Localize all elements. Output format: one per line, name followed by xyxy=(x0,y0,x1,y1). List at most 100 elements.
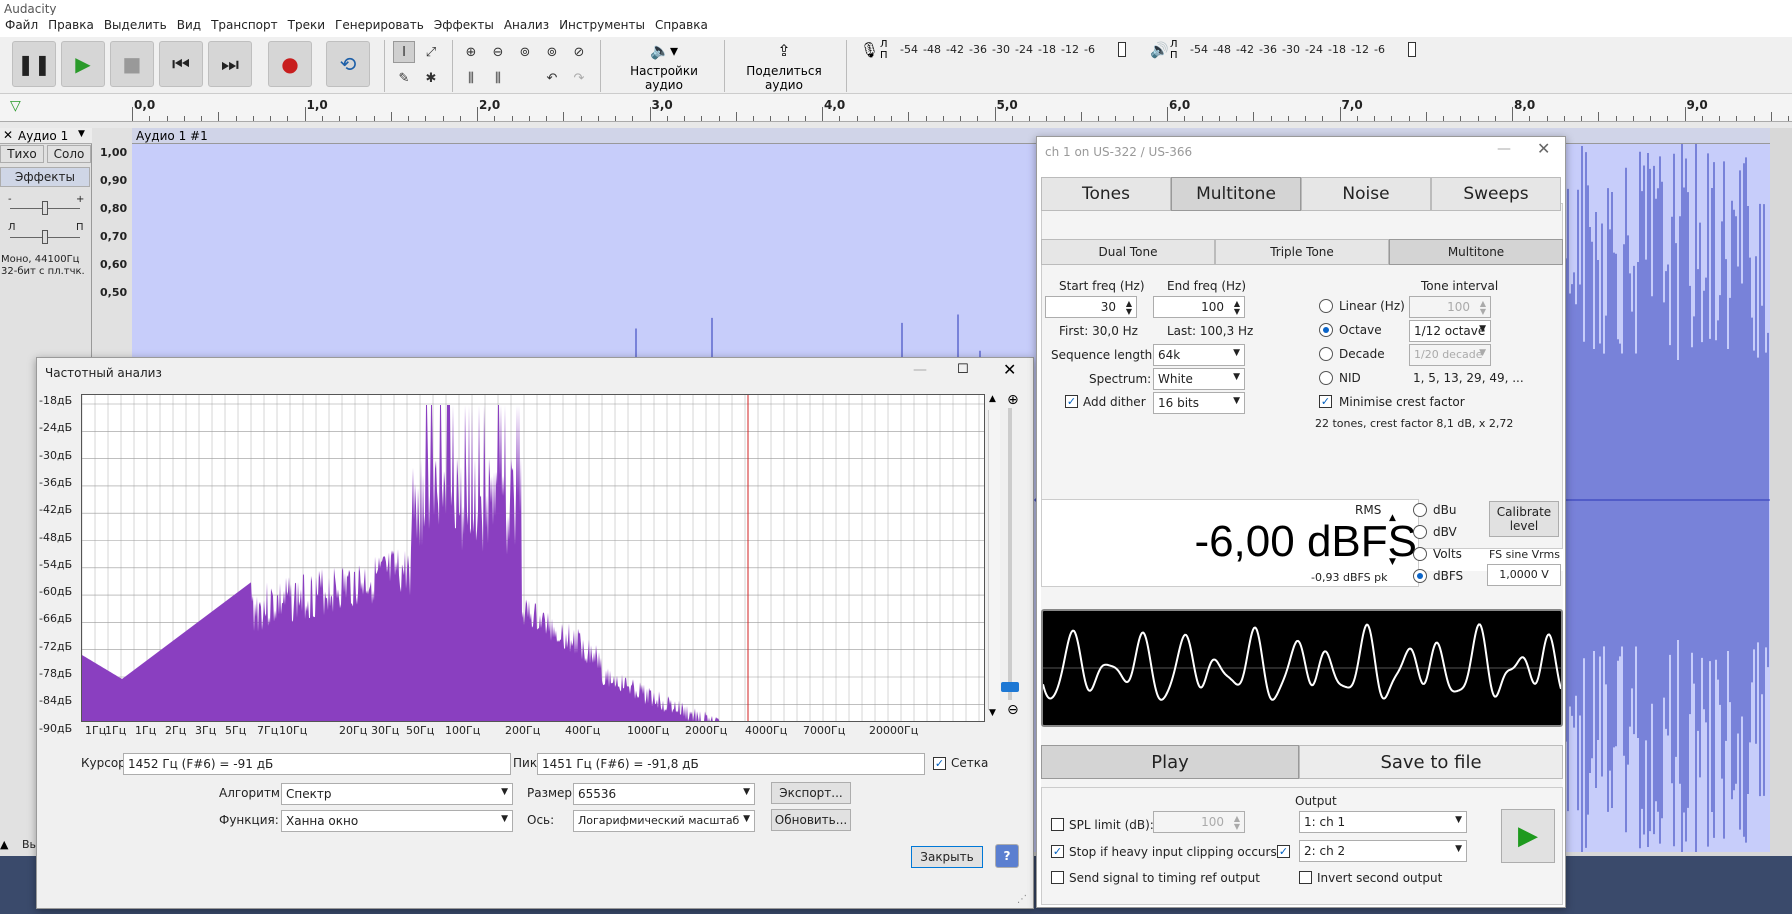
close-button[interactable]: Закрыть xyxy=(911,846,983,868)
record-button[interactable]: ● xyxy=(268,41,312,87)
play-head-triangle-icon[interactable]: ▽ xyxy=(10,98,21,114)
start-freq-spinner[interactable]: 30 ▲ ▼ xyxy=(1045,296,1137,318)
minimize-icon[interactable]: — xyxy=(1497,141,1511,157)
unit-radio-dbv[interactable] xyxy=(1413,525,1427,539)
timing-ref-checkbox[interactable] xyxy=(1051,871,1064,884)
redo-button[interactable]: ↷ xyxy=(568,67,590,89)
zoom-out-icon[interactable]: ⊖ xyxy=(1007,702,1019,718)
output-2-checkbox[interactable]: ✓ xyxy=(1277,845,1290,858)
menu-9[interactable]: Инструменты xyxy=(554,15,650,32)
share-audio-button[interactable]: ⇪ Поделиться аудио xyxy=(730,41,838,92)
close-track-icon[interactable]: ✕ xyxy=(3,128,13,142)
scroll-down-icon[interactable]: ▼ xyxy=(989,708,1003,720)
menu-2[interactable]: Выделить xyxy=(99,15,172,32)
track-menu-chevron-icon[interactable]: ▼ xyxy=(78,129,85,139)
tab-sweeps[interactable]: Sweeps xyxy=(1431,177,1561,211)
menu-10[interactable]: Справка xyxy=(650,15,713,32)
resize-grip-icon[interactable]: ⋰ xyxy=(1017,894,1027,905)
dither-bits-select[interactable]: 16 bits ▼ xyxy=(1153,392,1245,414)
tab-tones[interactable]: Tones xyxy=(1041,177,1171,211)
audio-setup-button[interactable]: 🔈▾ Настройки аудио xyxy=(612,41,716,92)
tab-noise[interactable]: Noise xyxy=(1301,177,1431,211)
output-2-select[interactable]: 2: ch 2 ▼ xyxy=(1299,840,1467,862)
menu-1[interactable]: Правка xyxy=(43,15,99,32)
decade-select[interactable]: 1/20 decade ▼ xyxy=(1409,344,1491,366)
selection-tool[interactable]: I xyxy=(393,41,415,63)
octave-radio[interactable] xyxy=(1319,323,1333,337)
invert-second-checkbox[interactable] xyxy=(1299,871,1312,884)
maximize-icon[interactable]: ☐ xyxy=(957,362,969,377)
menu-6[interactable]: Генерировать xyxy=(330,15,429,32)
stop-clipping-checkbox[interactable]: ✓ xyxy=(1051,845,1064,858)
zoom-toggle-button[interactable]: ⊘ xyxy=(568,41,590,63)
meter-slider[interactable] xyxy=(1408,42,1416,57)
undo-button[interactable]: ↶ xyxy=(541,67,563,89)
clip-name[interactable]: Аудио 1 #1 xyxy=(136,129,208,143)
menu-8[interactable]: Анализ xyxy=(499,15,554,32)
menu-0[interactable]: Файл xyxy=(0,15,43,32)
meter-slider[interactable] xyxy=(1118,42,1126,57)
add-dither-checkbox[interactable]: ✓ xyxy=(1065,395,1078,408)
linear-radio[interactable] xyxy=(1319,299,1333,313)
grid-checkbox[interactable]: ✓ xyxy=(933,757,946,770)
multi-tool[interactable]: ✱ xyxy=(420,67,442,89)
menu-3[interactable]: Вид xyxy=(172,15,206,32)
play-button[interactable]: ▶ xyxy=(61,41,105,87)
spectrum-plot[interactable] xyxy=(81,394,985,722)
trim-button[interactable]: ⫼ xyxy=(460,67,482,89)
close-icon[interactable]: ✕ xyxy=(1003,360,1016,379)
end-freq-spinner[interactable]: 100 ▲ ▼ xyxy=(1153,296,1245,318)
vertical-scrollbar[interactable] xyxy=(988,410,1000,710)
spectrum-select[interactable]: White ▼ xyxy=(1153,368,1245,390)
record-meter[interactable]: -54 -48 -42 -36 -30 -24 -18 -12 -6 xyxy=(894,39,1130,59)
sequence-length-select[interactable]: 64k ▼ xyxy=(1153,344,1245,366)
level-down-icon[interactable]: ▼ xyxy=(1389,557,1396,567)
collapse-track-icon[interactable]: ▲ xyxy=(0,838,8,851)
mute-button[interactable]: Тихо xyxy=(0,145,44,163)
generator-play-button[interactable]: ▶ xyxy=(1501,809,1555,863)
fit-project-button[interactable]: ⊚ xyxy=(541,41,563,63)
close-icon[interactable]: ✕ xyxy=(1537,139,1550,158)
gain-slider[interactable] xyxy=(42,201,48,215)
subtab-0[interactable]: Dual Tone xyxy=(1041,239,1215,265)
scroll-up-icon[interactable]: ▲ xyxy=(989,394,1003,406)
zoom-out-button[interactable]: ⊖ xyxy=(487,41,509,63)
zoom-slider-track[interactable] xyxy=(1008,408,1012,700)
unit-radio-volts[interactable] xyxy=(1413,547,1427,561)
loop-button[interactable]: ⟲ xyxy=(326,41,370,87)
menu-7[interactable]: Эффекты xyxy=(429,15,499,32)
calibrate-level-button[interactable]: Calibrate level xyxy=(1489,501,1559,537)
decade-radio[interactable] xyxy=(1319,347,1333,361)
axis-select[interactable]: Логарифмический масштаб ▼ xyxy=(573,810,755,832)
fit-selection-button[interactable]: ⊚ xyxy=(514,41,536,63)
subtab-2[interactable]: Multitone xyxy=(1389,239,1563,265)
algorithm-select[interactable]: Спектр ▼ xyxy=(281,783,513,805)
zoom-in-icon[interactable]: ⊕ xyxy=(1007,392,1019,408)
playback-meter[interactable]: -54 -48 -42 -36 -30 -24 -18 -12 -6 xyxy=(1184,39,1420,59)
skip-start-button[interactable]: ⏮ xyxy=(159,41,203,87)
help-button[interactable]: ? xyxy=(995,844,1019,868)
refresh-button[interactable]: Обновить... xyxy=(771,809,851,831)
effects-button[interactable]: Эффекты xyxy=(0,167,90,187)
silence-button[interactable]: ⫼ xyxy=(487,67,509,89)
menu-5[interactable]: Треки xyxy=(283,15,330,32)
stop-button[interactable]: ■ xyxy=(110,41,154,87)
play-button[interactable]: Play xyxy=(1041,745,1299,779)
function-select[interactable]: Ханна окно ▼ xyxy=(281,810,513,832)
solo-button[interactable]: Соло xyxy=(47,145,91,163)
nid-radio[interactable] xyxy=(1319,371,1333,385)
linear-spinner[interactable]: 100 ▲ ▼ xyxy=(1409,296,1491,318)
track-name[interactable]: Аудио 1 xyxy=(18,129,68,143)
pause-button[interactable]: ❚❚ xyxy=(12,41,56,87)
output-1-select[interactable]: 1: ch 1 ▼ xyxy=(1299,811,1467,833)
zoom-in-button[interactable]: ⊕ xyxy=(460,41,482,63)
timeline-ruler[interactable]: ▽ 0,0 1,0 2,0 3,0 4,0 5,0 6,0 7,0 8,0 9,0 xyxy=(0,94,1792,122)
octave-select[interactable]: 1/12 octave ▼ xyxy=(1409,320,1491,342)
envelope-tool[interactable]: ⤢ xyxy=(420,41,442,63)
subtab-1[interactable]: Triple Tone xyxy=(1215,239,1389,265)
export-button[interactable]: Экспорт... xyxy=(771,782,851,804)
tab-multitone[interactable]: Multitone xyxy=(1171,177,1301,211)
draw-tool[interactable]: ✎ xyxy=(393,67,415,89)
skip-end-button[interactable]: ⏭ xyxy=(208,41,252,87)
unit-radio-dbfs[interactable] xyxy=(1413,569,1427,583)
